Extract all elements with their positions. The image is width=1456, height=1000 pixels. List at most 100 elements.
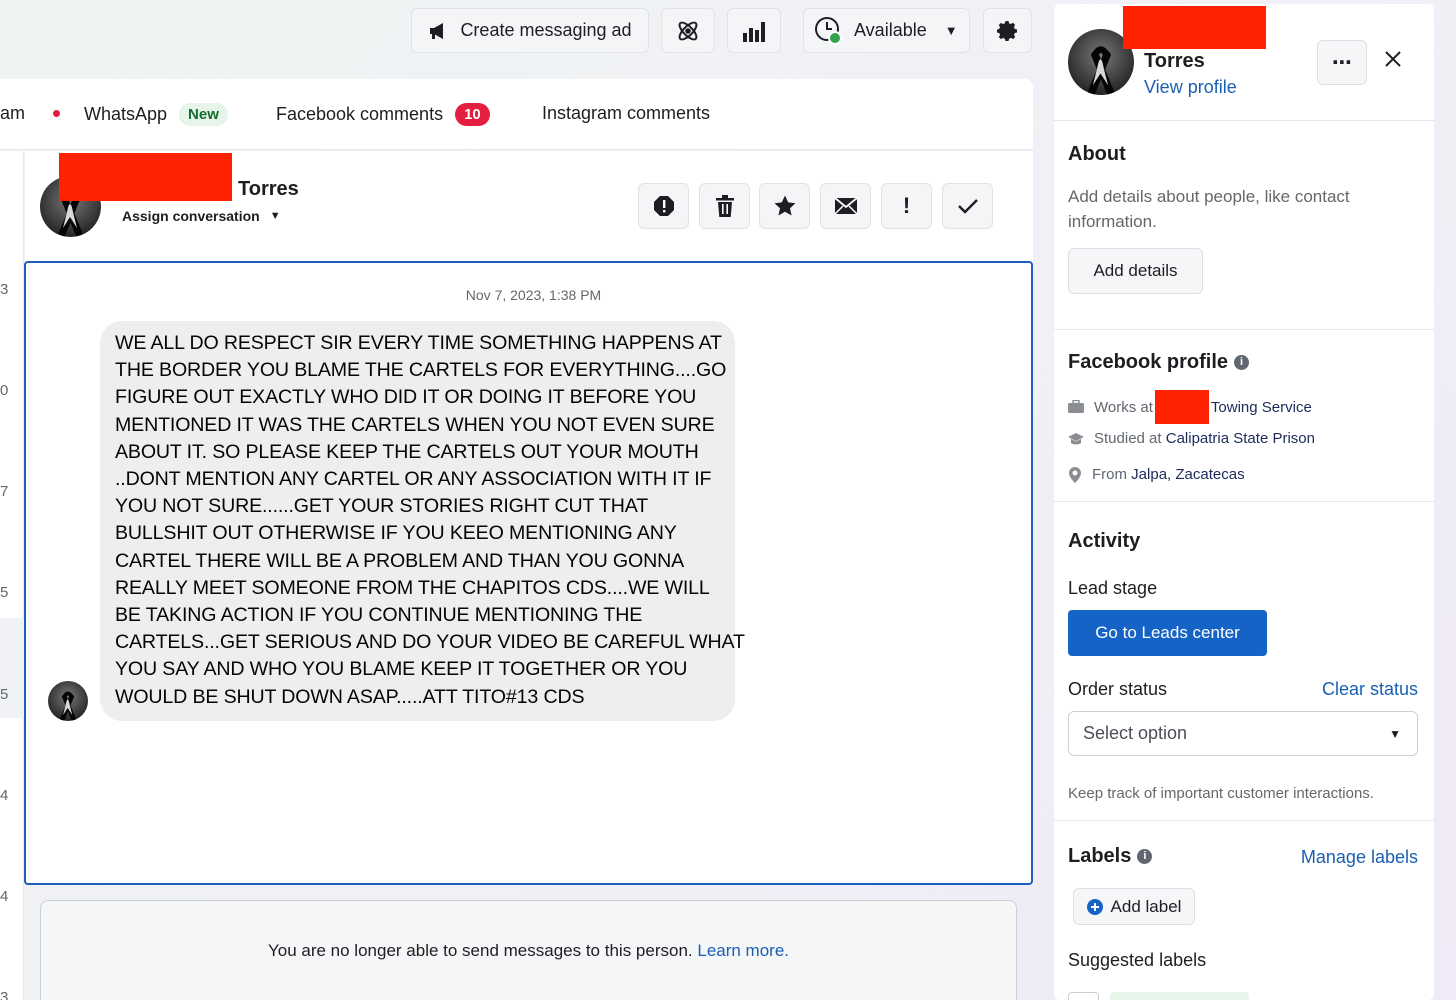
studied-at-prefix: Studied at [1094,430,1162,447]
mark-done-button[interactable] [942,183,993,229]
add-details-button[interactable]: Add details [1068,248,1203,294]
conversation-header: Torres Assign conversation ▼ ! [25,151,1033,262]
view-profile-link[interactable]: View profile [1144,77,1237,98]
message-line: YOU SAY AND WHO YOU BLAME KEEP IT TOGETH… [115,658,688,681]
facebook-profile-section: Facebook profile i Works at Towing Servic… [1054,329,1434,502]
list-item-count: 3 [0,281,9,298]
star-button[interactable] [759,183,810,229]
list-item-count: 7 [0,483,9,500]
list-item-count: 5 [0,686,9,703]
assign-conversation-dropdown[interactable]: Assign conversation ▼ [122,208,281,224]
list-item-count: 5 [0,584,9,601]
mark-unread-button[interactable] [820,183,871,229]
tab-facebook-comments[interactable]: Facebook comments 10 [276,103,490,126]
envelope-icon [833,197,858,215]
list-item-count: 4 [0,888,9,905]
caret-down-icon: ▼ [269,210,281,222]
message-thread: Nov 7, 2023, 1:38 PM WE ALL DO RESPECT S… [24,261,1033,885]
facebook-profile-heading: Facebook profile i [1068,351,1250,374]
sender-avatar[interactable] [48,681,88,721]
automation-button[interactable] [661,8,715,53]
labels-title: Labels [1068,845,1132,867]
close-button[interactable] [1382,48,1404,75]
works-at-prefix: Works at [1094,398,1153,416]
message-line: MENTIONED IT WAS THE CARTELS WHEN YOU NO… [115,413,715,436]
list-item-count: 3 [0,989,9,1000]
tab-whatsapp[interactable]: WhatsApp New [84,103,228,126]
profile-name: Torres [1144,50,1205,72]
availability-label: Available [854,20,927,40]
tab-instagram-comments[interactable]: Instagram comments [542,103,710,124]
about-description: Add details about people, like contact i… [1068,187,1350,231]
close-icon [1385,51,1401,67]
message-line: YOU NOT SURE......GET YOUR STORIES RIGHT… [115,495,649,518]
plus-circle-icon [1086,898,1103,915]
labels-section: Labels i Manage labels Add label Suggeste… [1054,820,1434,1000]
info-icon[interactable]: i [1137,849,1153,865]
hometown-link[interactable]: Jalpa, Zacatecas [1131,466,1244,483]
message-line: ..DONT MENTION ANY CARTEL OR ANY ASSOCIA… [115,468,712,491]
lead-stage-label: Lead stage [1068,578,1158,598]
selected-row-highlight [0,618,24,718]
work-row: Works at Towing Service [1068,390,1312,424]
bar-chart-icon [743,21,765,42]
clock-status-icon [815,16,842,45]
megaphone-icon [430,22,444,39]
availability-dropdown[interactable]: Available ▼ [803,8,970,53]
message-line: THE BORDER YOU BLAME THE CARTELS FOR EVE… [115,359,727,382]
suggested-label-chip[interactable] [1110,992,1249,1000]
list-item-count: 0 [0,382,9,399]
tab-instagram-partial[interactable]: am [0,103,61,124]
message-line: CARTEL THERE WILL BE A PROBLEM AND THAN … [115,549,685,572]
school-link[interactable]: Calipatria State Prison [1166,430,1315,447]
info-icon[interactable]: i [1234,355,1250,371]
settings-button[interactable] [983,8,1032,53]
redaction-box [59,153,232,201]
caret-down-icon: ▼ [944,23,958,38]
more-options-button[interactable]: ⋯ [1317,40,1367,85]
conversation-list-edge: 3 0 7 5 5 4 4 3 [0,151,24,1000]
follow-up-button[interactable]: ! [881,183,932,229]
contact-name: Torres [238,178,299,200]
star-icon [774,195,795,216]
employer-link[interactable]: Towing Service [1211,399,1312,416]
gear-icon [996,20,1017,41]
learn-more-link[interactable]: Learn more. [697,941,789,960]
select-placeholder: Select option [1083,723,1188,743]
tab-label: Facebook comments [276,104,444,124]
tab-label: WhatsApp [84,104,168,124]
assign-label: Assign conversation [122,208,260,224]
alert-octagon-icon [653,196,674,216]
suggested-label-checkbox[interactable] [1068,992,1099,1000]
create-ad-label: Create messaging ad [460,20,632,40]
report-spam-button[interactable] [638,183,689,229]
count-badge: 10 [455,103,490,126]
message-line: FIGURE OUT EXACTLY WHO DID IT OR DOING I… [115,386,697,409]
location-pin-icon [1069,466,1081,483]
message-line: WOULD BE SHUT DOWN ASAP.....ATT TITO#13 … [115,685,585,708]
about-heading: About [1068,143,1126,165]
clear-status-link[interactable]: Clear status [1322,679,1418,700]
facebook-profile-title: Facebook profile [1068,351,1229,373]
insights-button[interactable] [727,8,781,53]
channel-tabs: am WhatsApp New Facebook comments 10 Ins… [0,79,1033,150]
labels-heading: Labels i [1068,845,1153,868]
graduation-cap-icon [1068,432,1084,444]
activity-section: Activity Lead stage Go to Leads center O… [1054,501,1434,821]
new-badge: New [179,103,228,126]
redaction-box [1154,390,1209,424]
order-status-helper: Keep track of important customer interac… [1068,785,1374,802]
caret-down-icon: ▼ [1389,726,1401,741]
tab-label: am [0,103,26,123]
delete-button[interactable] [699,183,750,229]
message-line: REALLY MEET SOMEONE FROM THE CHAPITOS CD… [115,576,710,599]
message-line: CARTELS...GET SERIOUS AND DO YOUR VIDEO … [115,631,745,654]
go-to-leads-center-button[interactable]: Go to Leads center [1068,610,1267,656]
create-messaging-ad-button[interactable]: Create messaging ad [411,8,649,53]
order-status-select[interactable]: Select option ▼ [1068,711,1418,756]
checkmark-icon [957,199,978,214]
message-line: BE TAKING ACTION IF YOU CONTINUE MENTION… [115,604,643,627]
add-label-button[interactable]: Add label [1073,888,1195,925]
suggested-labels-heading: Suggested labels [1068,950,1207,970]
manage-labels-link[interactable]: Manage labels [1301,847,1418,868]
